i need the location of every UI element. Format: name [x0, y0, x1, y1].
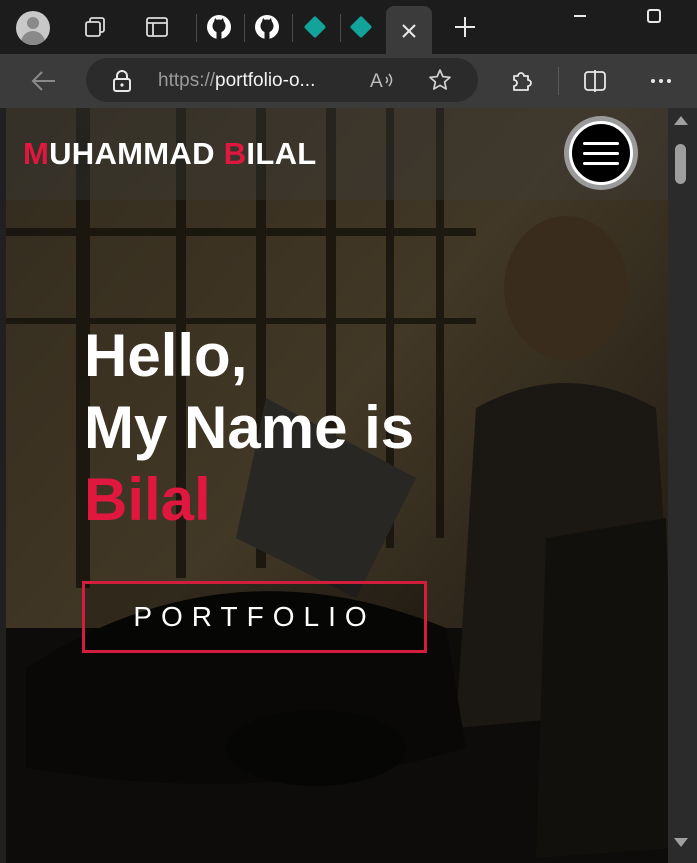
- active-tab[interactable]: [386, 6, 432, 54]
- tab-separator: [340, 14, 341, 42]
- hero-name: Bilal: [84, 466, 211, 533]
- menu-bar: [583, 151, 619, 155]
- hero-line-greeting: Hello,: [84, 322, 248, 389]
- split-screen-icon[interactable]: [580, 66, 610, 96]
- hero-heading: Hello, My Name is Bilal: [84, 320, 414, 536]
- read-aloud-icon[interactable]: A: [370, 69, 396, 96]
- scroll-down-arrow-icon[interactable]: [674, 838, 688, 847]
- avatar-body-shape: [21, 31, 45, 45]
- logo-first-rest: UHAMMAD: [49, 136, 215, 171]
- scrollbar-thumb[interactable]: [675, 144, 686, 184]
- workspaces-icon[interactable]: [76, 8, 114, 46]
- browser-tab-bar: [0, 0, 697, 54]
- browser-toolbar: https://portfolio-o... A: [0, 54, 697, 108]
- toolbar-separator: [558, 67, 559, 95]
- hamburger-menu-icon: [569, 121, 633, 185]
- address-url[interactable]: https://portfolio-o...: [158, 70, 315, 92]
- hero-line-intro: My Name is: [84, 394, 415, 461]
- favorite-star-icon[interactable]: [428, 68, 452, 97]
- diamond-site-icon[interactable]: [296, 8, 334, 46]
- logo-last-initial: B: [223, 136, 247, 171]
- menu-bar: [583, 161, 619, 165]
- url-host: portfolio-o...: [215, 70, 316, 91]
- tab-separator: [196, 14, 197, 42]
- minimize-icon[interactable]: [560, 4, 600, 28]
- menu-bar: [583, 141, 619, 145]
- tab-actions-icon[interactable]: [138, 8, 176, 46]
- close-icon[interactable]: [398, 20, 420, 47]
- tab-separator: [292, 14, 293, 42]
- back-arrow-icon[interactable]: [26, 66, 60, 96]
- plus-icon[interactable]: [446, 8, 484, 46]
- hamburger-menu-button[interactable]: [564, 116, 638, 190]
- lock-icon[interactable]: [112, 70, 132, 97]
- github-icon[interactable]: [200, 8, 238, 46]
- logo-last-rest: ILAL: [246, 136, 317, 171]
- logo-first-initial: M: [23, 136, 50, 171]
- tab-separator: [244, 14, 245, 42]
- extensions-icon[interactable]: [506, 66, 536, 96]
- portfolio-button[interactable]: PORTFOLIO: [82, 581, 427, 653]
- github-icon[interactable]: [248, 8, 286, 46]
- scroll-up-arrow-icon[interactable]: [674, 116, 688, 125]
- site-logo[interactable]: MUHAMMAD BILAL: [23, 136, 317, 172]
- more-options-icon[interactable]: [646, 66, 676, 96]
- url-scheme: https://: [158, 70, 216, 91]
- avatar-head-shape: [27, 17, 39, 29]
- page-scrollbar[interactable]: [668, 108, 697, 863]
- diamond-site-icon[interactable]: [342, 8, 380, 46]
- svg-text:A: A: [370, 71, 383, 91]
- page-viewport: MUHAMMAD BILAL Hello, My Name is Bilal P…: [6, 108, 668, 863]
- site-header: MUHAMMAD BILAL: [6, 108, 668, 200]
- profile-avatar[interactable]: [16, 11, 50, 45]
- address-bar[interactable]: https://portfolio-o... A: [86, 58, 478, 102]
- maximize-icon[interactable]: [634, 4, 674, 28]
